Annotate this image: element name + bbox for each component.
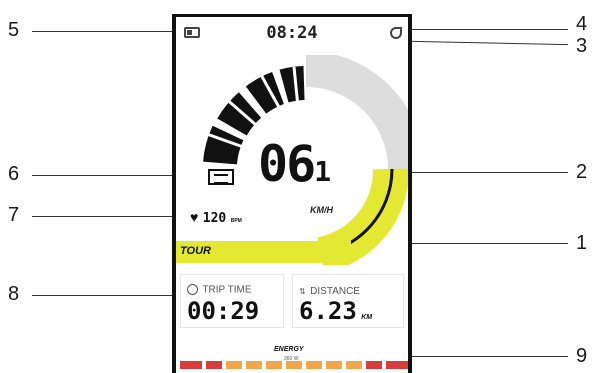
stopwatch-icon	[187, 284, 198, 296]
heart-rate-value: 120	[202, 211, 227, 226]
callout-number-3: 3	[576, 35, 588, 57]
trip-time-label: TRIP TIME	[202, 284, 252, 296]
energy-segment	[365, 361, 382, 369]
bike-display: 08:24 TOUR 061 KM/H ♥ 120 BPM TRIP TIME …	[172, 14, 412, 373]
energy-label: ENERGY	[274, 346, 304, 353]
trip-time-value: 00:29	[187, 297, 260, 325]
heart-icon: ♥	[190, 209, 199, 225]
heart-rate-unit: BPM	[230, 218, 242, 224]
energy-segment	[306, 361, 322, 369]
callout-number-1: 1	[576, 232, 588, 254]
speed-decimal: 1	[314, 155, 331, 188]
energy-segment	[325, 361, 342, 369]
energy-segment	[226, 361, 243, 369]
distance-label: DISTANCE	[310, 286, 360, 297]
energy-bar	[180, 361, 409, 369]
energy-segment	[345, 361, 362, 369]
speed-value: 061	[258, 135, 331, 193]
energy-segment	[180, 361, 203, 369]
callout-line-5	[32, 31, 180, 32]
energy-segment	[246, 361, 263, 369]
distance-icon: ⇅	[299, 287, 306, 296]
callout-number-9: 9	[576, 345, 588, 367]
callout-number-6: 6	[8, 163, 20, 185]
battery-icon	[184, 27, 200, 38]
light-icon	[390, 27, 402, 39]
energy-segment	[286, 361, 302, 369]
assist-mode-bar: TOUR	[176, 241, 351, 263]
heart-rate: ♥ 120 BPM	[190, 209, 242, 227]
speed-unit: KM/H	[310, 205, 333, 215]
callout-number-8: 8	[8, 283, 20, 305]
distance-tile: ⇅ DISTANCE 6.23 KM	[292, 274, 404, 328]
callout-number-5: 5	[8, 19, 20, 41]
energy-segment	[266, 361, 283, 369]
speed-integer: 06	[258, 135, 316, 193]
callout-number-2: 2	[576, 161, 588, 183]
energy-segment	[206, 361, 223, 369]
callout-number-7: 7	[8, 204, 20, 226]
callout-number-4: 4	[576, 13, 588, 35]
energy-segment	[385, 361, 409, 369]
callout-line-4	[400, 29, 568, 30]
distance-unit: KM	[361, 314, 373, 321]
status-indicator-icon	[208, 169, 234, 185]
trip-time-tile: TRIP TIME 00:29	[180, 274, 284, 328]
clock: 08:24	[266, 23, 318, 43]
callout-line-7	[32, 216, 190, 217]
distance-value: 6.23	[299, 297, 357, 325]
assist-mode-label: TOUR	[180, 245, 211, 257]
